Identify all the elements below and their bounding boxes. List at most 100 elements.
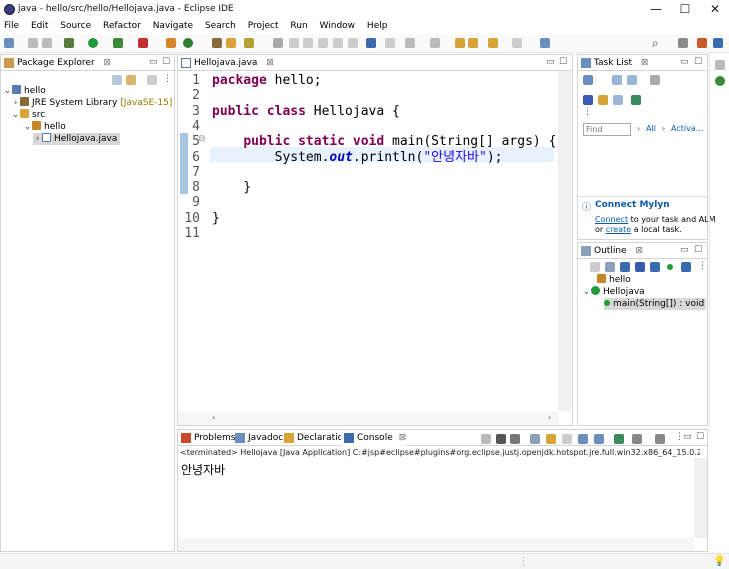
fold-icon[interactable]: ⊖	[198, 134, 206, 144]
editor-horizontal-scrollbar[interactable]	[178, 412, 558, 425]
new-java-project-icon[interactable]	[166, 38, 176, 48]
save-icon[interactable]	[28, 38, 38, 48]
menu-help[interactable]: Help	[367, 19, 388, 34]
console-toggle-icon[interactable]	[366, 38, 376, 48]
scroll-lock-icon[interactable]	[530, 434, 540, 444]
open-perspective-icon[interactable]	[678, 38, 688, 48]
create-link[interactable]: create	[606, 225, 631, 234]
close-icon[interactable]: ⊠	[399, 433, 407, 443]
save-all-icon[interactable]	[42, 38, 52, 48]
console-vertical-scrollbar[interactable]	[694, 458, 707, 538]
menu-project[interactable]: Project	[248, 19, 279, 34]
scheduled-icon[interactable]	[627, 75, 637, 85]
annotation-next-icon[interactable]	[385, 38, 395, 48]
new-console-icon[interactable]	[655, 434, 665, 444]
minimize-icon[interactable]: ▭	[546, 57, 555, 67]
maximize-icon[interactable]: ☐	[694, 57, 702, 67]
word-wrap-icon[interactable]	[546, 434, 556, 444]
tab-javadoc[interactable]: Javadoc	[232, 430, 283, 446]
minimize-icon[interactable]: ▭	[680, 245, 689, 255]
new-icon[interactable]	[4, 38, 14, 48]
next-annotation-icon[interactable]	[405, 38, 415, 48]
new-class-icon[interactable]	[183, 38, 193, 48]
terminate-icon[interactable]	[481, 434, 491, 444]
close-icon[interactable]: ⊠	[635, 246, 643, 256]
hide-non-public-icon[interactable]	[635, 262, 645, 272]
block-select-icon[interactable]	[318, 38, 328, 48]
open-console-icon[interactable]	[632, 434, 642, 444]
show-whitespace-icon[interactable]	[348, 38, 358, 48]
filter-activate-link[interactable]: Activa...	[671, 124, 703, 133]
show-stdout-icon[interactable]	[562, 434, 572, 444]
chevron-down-icon[interactable]: ⌄	[3, 85, 12, 97]
menu-source[interactable]: Source	[60, 19, 91, 34]
forward-icon[interactable]	[512, 38, 522, 48]
tab-hellojava[interactable]: Hellojava.java ⊠	[178, 55, 572, 71]
maximize-icon[interactable]: ☐	[559, 57, 567, 67]
restore-icon[interactable]	[715, 60, 725, 70]
find-input[interactable]	[583, 123, 631, 136]
hide-static-icon[interactable]	[620, 262, 630, 272]
outline-item-class[interactable]: ⌄ Hellojava	[582, 286, 645, 298]
run-icon[interactable]	[88, 38, 98, 48]
filter-all-link[interactable]: All	[646, 124, 656, 133]
show-stderr-icon[interactable]	[578, 434, 588, 444]
menu-window[interactable]: Window	[320, 19, 356, 34]
menu-file[interactable]: File	[4, 19, 19, 34]
hide-fields-icon[interactable]	[605, 262, 615, 272]
menu-refactor[interactable]: Refactor	[103, 19, 141, 34]
pin-console-icon[interactable]	[594, 434, 604, 444]
minimize-button[interactable]: —	[649, 3, 663, 15]
chevron-down-icon[interactable]: ⌄	[23, 121, 32, 133]
view-menu-icon[interactable]: ⋮	[163, 74, 172, 84]
link-with-editor-icon[interactable]	[126, 75, 136, 85]
maximize-icon[interactable]: ☐	[694, 245, 702, 255]
minimize-icon[interactable]: ▭	[149, 57, 158, 67]
close-button[interactable]: ✕	[708, 3, 722, 15]
java-ee-perspective-icon[interactable]	[697, 38, 707, 48]
view-menu-icon[interactable]: ⋮	[583, 107, 592, 117]
close-icon[interactable]: ⊠	[266, 58, 274, 68]
sort-icon[interactable]	[590, 262, 600, 272]
chevron-down-icon[interactable]: ⌄	[11, 109, 20, 121]
maximize-icon[interactable]: ☐	[696, 432, 704, 442]
tree-item-package[interactable]: ⌄ hello	[23, 121, 66, 133]
categorized-icon[interactable]	[612, 75, 622, 85]
public-member-icon[interactable]	[667, 264, 673, 270]
tab-problems[interactable]: Problems	[178, 430, 235, 446]
back-icon[interactable]	[488, 38, 498, 48]
minimize-icon[interactable]: ▭	[683, 432, 692, 442]
focus-icon[interactable]	[650, 75, 660, 85]
chevron-right-icon[interactable]: ›	[11, 97, 20, 109]
chevron-right-icon[interactable]: ›	[637, 124, 640, 133]
chevron-down-icon[interactable]: ⌄	[582, 286, 591, 298]
close-icon[interactable]: ⊠	[104, 58, 112, 68]
link-icon[interactable]	[681, 262, 691, 272]
minimize-icon[interactable]: ▭	[680, 57, 689, 67]
tree-item-java-file[interactable]: › Hellojava.java	[33, 133, 121, 145]
search-icon[interactable]: ⌕	[652, 36, 659, 51]
tab-console[interactable]: Console ⊠	[341, 430, 407, 446]
chevron-right-icon[interactable]: ›	[662, 124, 665, 133]
new-task-icon[interactable]	[583, 75, 593, 85]
hide-local-types-icon[interactable]	[650, 262, 660, 272]
console-horizontal-scrollbar[interactable]	[178, 538, 694, 551]
remove-launch-icon[interactable]	[496, 434, 506, 444]
tree-item-src[interactable]: ⌄ src	[11, 109, 45, 121]
close-icon[interactable]: ⊠	[641, 58, 649, 68]
scroll-left-icon[interactable]: ‹	[212, 413, 215, 422]
debug-icon[interactable]	[64, 38, 74, 48]
menu-edit[interactable]: Edit	[31, 19, 48, 34]
editor-vertical-scrollbar[interactable]	[558, 71, 571, 411]
word-wrap-icon[interactable]	[333, 38, 343, 48]
last-edit-icon[interactable]	[455, 38, 465, 48]
search-toolbar-icon[interactable]	[244, 38, 254, 48]
code-area[interactable]: 1 package hello; 2 3 public class Hellojava …	[178, 71, 558, 411]
display-console-icon[interactable]	[614, 434, 624, 444]
focus-icon[interactable]	[147, 75, 157, 85]
forward-edit-icon[interactable]	[468, 38, 478, 48]
collapse-icon[interactable]	[613, 95, 623, 105]
maximize-icon[interactable]: ☐	[162, 57, 170, 67]
maximize-button[interactable]: ☐	[678, 3, 692, 15]
menu-search[interactable]: Search	[205, 19, 236, 34]
